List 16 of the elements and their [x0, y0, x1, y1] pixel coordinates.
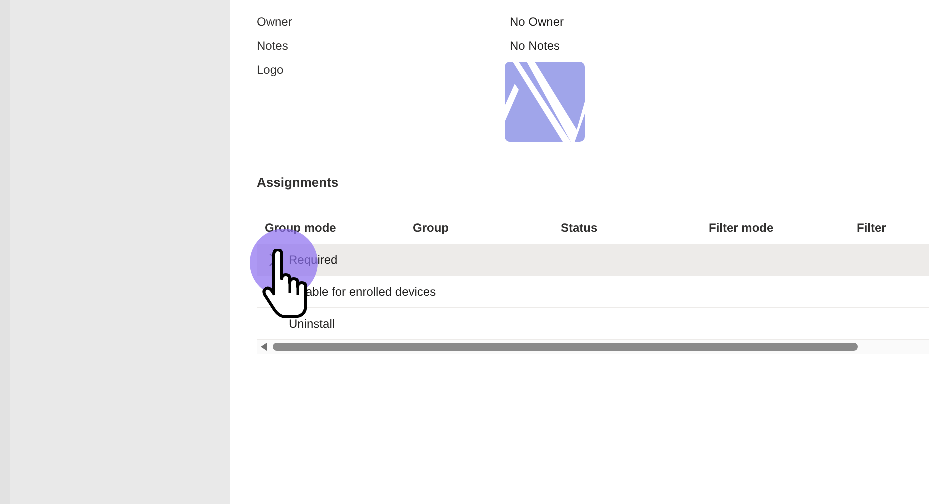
- column-header[interactable]: Group mode: [257, 221, 405, 235]
- property-label: Notes: [257, 39, 290, 53]
- property-value: No Owner: [510, 15, 564, 29]
- table-cell: able for enrolled devices: [306, 284, 436, 298]
- column-header[interactable]: Filter: [849, 221, 929, 235]
- column-header[interactable]: Group: [405, 221, 553, 235]
- logo-icon: [505, 62, 585, 142]
- table-cell: Uninstall: [289, 316, 336, 330]
- scroll-left-icon[interactable]: [261, 343, 267, 351]
- scrollbar-thumb[interactable]: [273, 343, 858, 351]
- column-header[interactable]: Filter mode: [701, 221, 849, 235]
- column-header[interactable]: Status: [553, 221, 701, 235]
- property-label: Owner: [257, 15, 294, 29]
- property-label: Logo: [257, 63, 285, 77]
- section-heading: Assignments: [257, 175, 340, 190]
- property-value: No Notes: [510, 39, 560, 53]
